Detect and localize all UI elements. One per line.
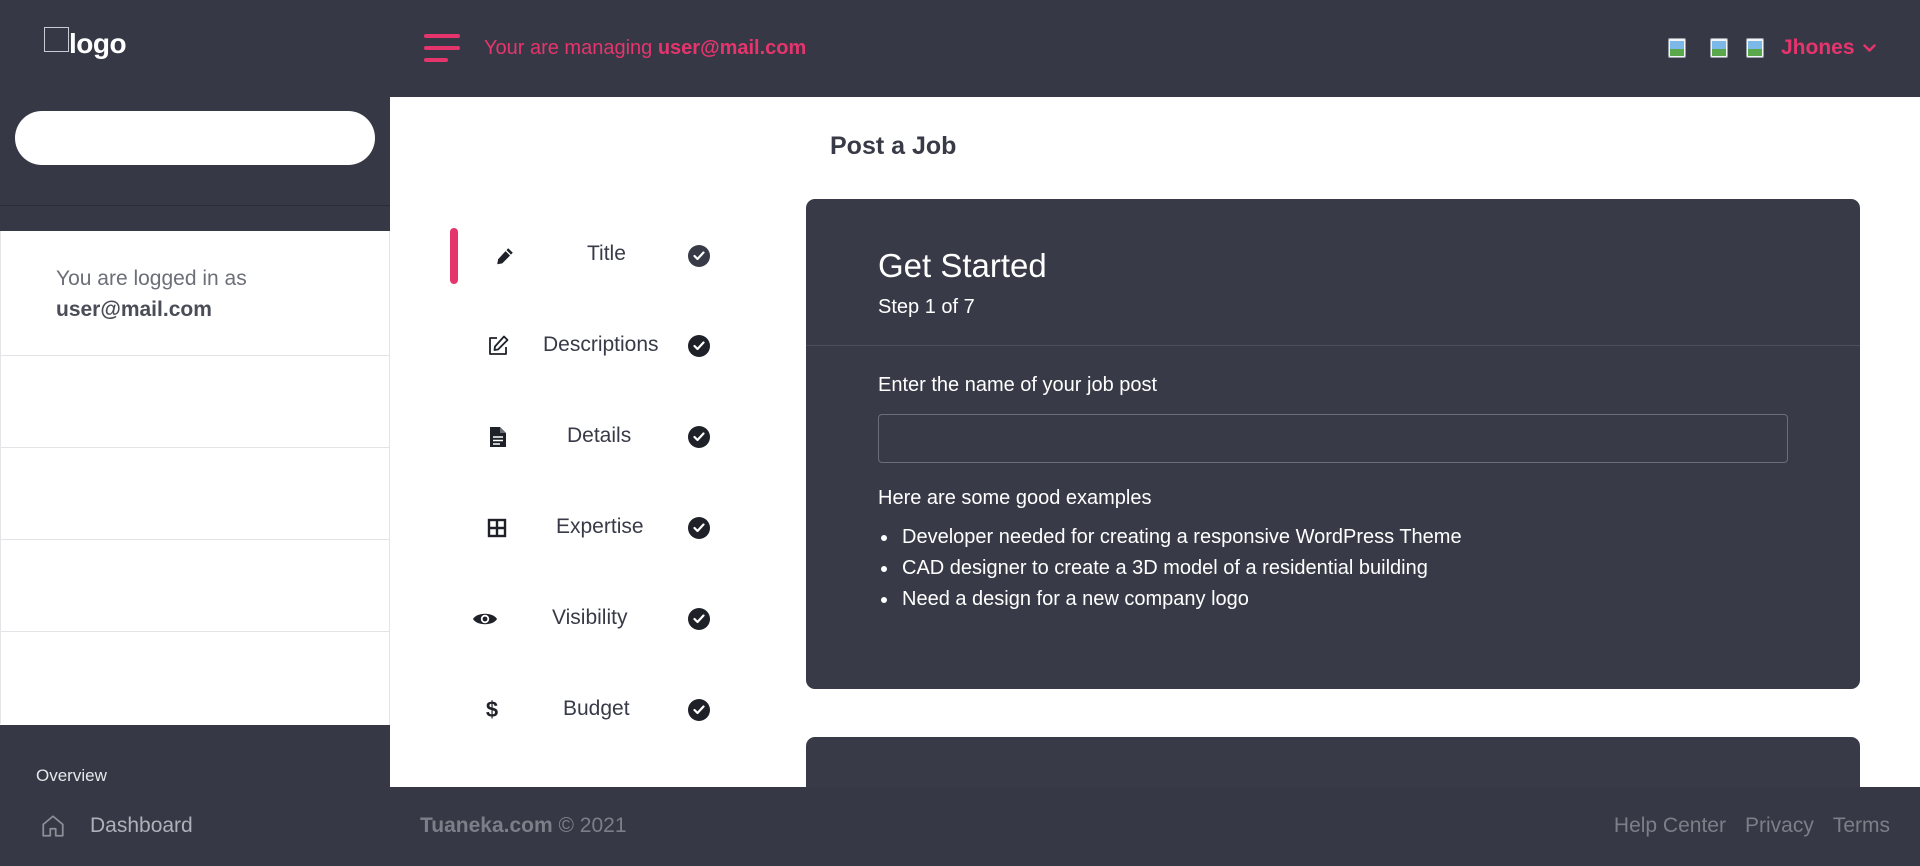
- example-item: Need a design for a new company logo: [878, 587, 1462, 618]
- check-circle-icon: [688, 245, 710, 267]
- help-center-link[interactable]: Help Center: [1614, 814, 1726, 838]
- managing-email: user@mail.com: [657, 37, 807, 59]
- eye-icon: [472, 606, 498, 632]
- sidebar-header: [0, 97, 390, 231]
- step-progress-text: Step 1 of 7: [878, 296, 975, 318]
- copyright: Tuaneka.com © 2021: [420, 814, 627, 838]
- step-budget[interactable]: $ Budget: [450, 682, 720, 738]
- step-details[interactable]: Details: [450, 409, 720, 465]
- footer-links: Help Center Privacy Terms: [1595, 814, 1890, 838]
- menu-toggle-icon[interactable]: [424, 34, 460, 62]
- sidebar-search-input[interactable]: [15, 111, 375, 165]
- home-icon: [42, 815, 64, 837]
- sidebar-row[interactable]: [0, 632, 390, 724]
- step-label: Visibility: [552, 606, 628, 629]
- login-info: You are logged in as user@mail.com: [0, 231, 390, 356]
- logo-image-icon: [44, 27, 69, 52]
- chevron-down-icon: [1862, 40, 1876, 56]
- dollar-icon: $: [485, 697, 499, 722]
- edit-icon: [485, 333, 511, 359]
- check-circle-icon: [688, 426, 710, 448]
- nav-section-title: Overview: [36, 766, 107, 785]
- broken-image-icon[interactable]: [1668, 36, 1690, 60]
- check-circle-icon: [688, 517, 710, 539]
- step-visibility[interactable]: Visibility: [450, 591, 720, 647]
- copyright-year: © 2021: [558, 814, 627, 837]
- divider: [806, 345, 1860, 346]
- footer-brand: Tuaneka.com: [420, 814, 553, 837]
- step-label: Budget: [563, 697, 630, 720]
- step-label: Details: [567, 424, 632, 447]
- grid-icon: [484, 515, 510, 541]
- managing-account-text: Your are managing user@mail.com: [484, 37, 806, 60]
- example-item: Developer needed for creating a responsi…: [878, 525, 1462, 556]
- sidebar-panel: You are logged in as user@mail.com: [0, 231, 390, 725]
- privacy-link[interactable]: Privacy: [1745, 814, 1814, 838]
- broken-image-icon[interactable]: [1710, 36, 1732, 60]
- job-name-input[interactable]: [878, 414, 1788, 463]
- divider: [0, 205, 390, 206]
- step-descriptions[interactable]: Descriptions: [450, 318, 720, 374]
- login-label: You are logged in as: [56, 267, 247, 290]
- sidebar-row[interactable]: [0, 448, 390, 540]
- examples-list: Developer needed for creating a responsi…: [878, 525, 1462, 618]
- avatar[interactable]: [1746, 36, 1768, 60]
- step-label: Descriptions: [543, 333, 659, 356]
- document-icon: [485, 424, 511, 450]
- sidebar-row[interactable]: [0, 356, 390, 448]
- footer: Tuaneka.com © 2021 Help Center Privacy T…: [390, 787, 1920, 866]
- active-step-indicator: [450, 228, 458, 284]
- example-item: CAD designer to create a 3D model of a r…: [878, 556, 1462, 587]
- nav-item-label: Dashboard: [90, 814, 193, 837]
- sidebar-row[interactable]: [0, 540, 390, 632]
- logo-text: logo: [69, 28, 127, 59]
- get-started-card: Get Started Step 1 of 7 Enter the name o…: [806, 199, 1860, 689]
- top-bar: logo Your are managing user@mail.com Jho…: [0, 0, 1920, 97]
- check-circle-icon: [688, 699, 710, 721]
- page-title: Post a Job: [830, 132, 957, 160]
- step-label: Title: [587, 242, 626, 265]
- logo[interactable]: logo: [44, 27, 127, 60]
- header-icons: [1668, 36, 1782, 60]
- step-label: Expertise: [556, 515, 644, 538]
- card-title: Get Started: [878, 247, 1047, 284]
- step-title[interactable]: Title: [450, 228, 720, 284]
- managing-prefix: Your are managing: [484, 37, 653, 59]
- step-expertise[interactable]: Expertise: [450, 500, 720, 556]
- sidebar-nav: Overview Dashboard: [0, 725, 390, 866]
- terms-link[interactable]: Terms: [1833, 814, 1890, 838]
- user-menu-dropdown[interactable]: Jhones: [1781, 36, 1876, 60]
- user-name: Jhones: [1781, 36, 1855, 59]
- examples-label: Here are some good examples: [878, 487, 1152, 509]
- check-circle-icon: [688, 608, 710, 630]
- login-email: user@mail.com: [56, 298, 212, 321]
- nav-item-dashboard[interactable]: Dashboard: [40, 813, 193, 839]
- pen-icon: [492, 243, 518, 269]
- job-name-label: Enter the name of your job post: [878, 374, 1158, 396]
- check-circle-icon: [688, 335, 710, 357]
